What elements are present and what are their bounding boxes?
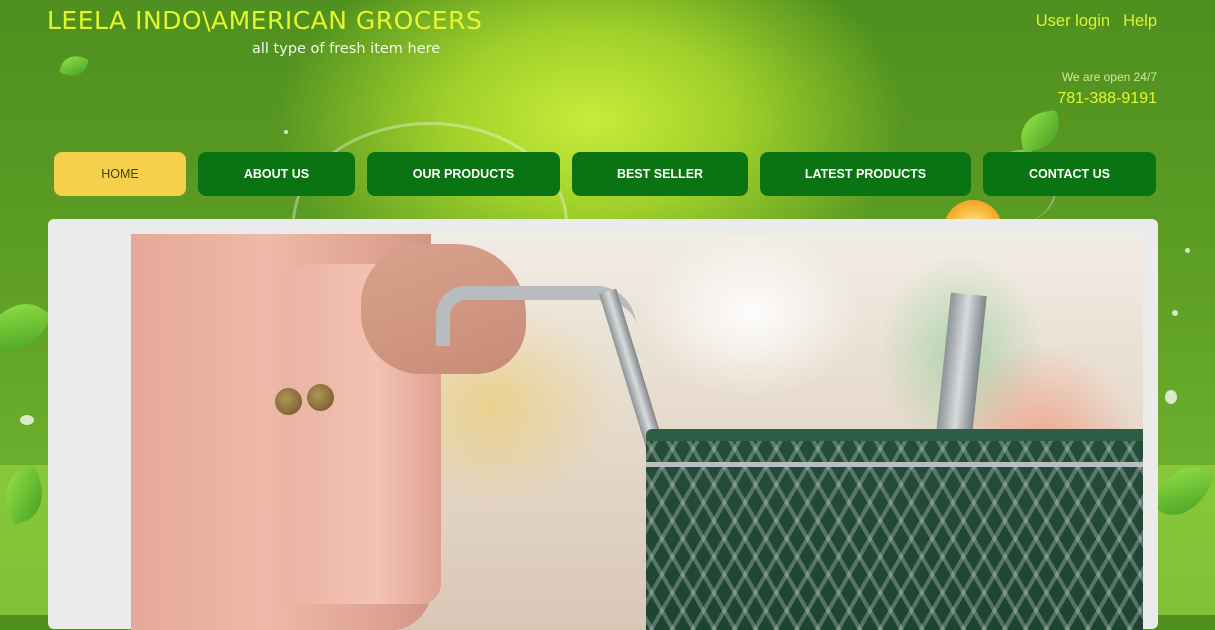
leaf-decoration (1017, 109, 1063, 153)
leaf-decoration (58, 51, 90, 81)
water-drop-decoration (1165, 390, 1177, 404)
water-drop-decoration (1172, 310, 1178, 316)
coat-button (275, 388, 302, 415)
water-drop-decoration (1185, 248, 1190, 253)
user-login-link[interactable]: User login (1036, 12, 1110, 31)
leaf-decoration (0, 290, 54, 366)
nav-our-products[interactable]: OUR PRODUCTS (367, 152, 560, 196)
nav-latest-products[interactable]: LATEST PRODUCTS (760, 152, 971, 196)
water-drop-decoration (20, 415, 34, 425)
nav-best-seller[interactable]: BEST SELLER (572, 152, 748, 196)
hero-image-shopping-cart (131, 234, 1143, 630)
cart-basket (646, 429, 1143, 630)
top-links: User login Help (1036, 12, 1157, 31)
help-link[interactable]: Help (1123, 12, 1157, 31)
cart-basket-rail (646, 462, 1143, 467)
main-navigation: HOME ABOUT US OUR PRODUCTS BEST SELLER L… (0, 152, 1215, 196)
nav-about-us[interactable]: ABOUT US (198, 152, 355, 196)
site-title: LEELA INDO\AMERICAN GROCERS (47, 6, 483, 35)
open-hours-note: We are open 24/7 (1061, 70, 1157, 84)
site-tagline: all type of fresh item here (252, 41, 441, 57)
nav-contact-us[interactable]: CONTACT US (983, 152, 1156, 196)
cart-post (935, 292, 987, 446)
coat-button (307, 384, 334, 411)
phone-number: 781-388-9191 (1057, 90, 1157, 107)
nav-home[interactable]: HOME (54, 152, 186, 196)
content-panel (48, 219, 1158, 630)
water-drop-decoration (284, 130, 288, 134)
